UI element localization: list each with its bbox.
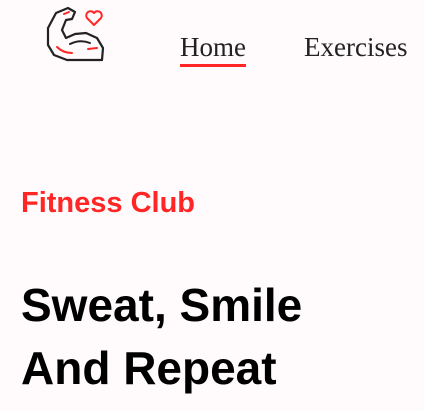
- hero-title-line-1: Sweat, Smile: [21, 279, 303, 331]
- nav-exercises-link[interactable]: Exercises: [304, 32, 407, 62]
- hero-title-line-2: And Repeat: [21, 342, 277, 394]
- nav-exercises-label: Exercises: [304, 32, 408, 62]
- navbar: Home Exercises: [0, 0, 424, 90]
- flexed-arm-heart-icon: [46, 6, 105, 62]
- logo-link[interactable]: [42, 3, 108, 65]
- hero-title: Sweat, Smile And Repeat: [21, 274, 302, 400]
- nav-home-link[interactable]: Home: [180, 32, 246, 67]
- hero-eyebrow: Fitness Club: [21, 187, 196, 219]
- active-underline: [180, 64, 246, 67]
- nav-home-label: Home: [180, 32, 246, 62]
